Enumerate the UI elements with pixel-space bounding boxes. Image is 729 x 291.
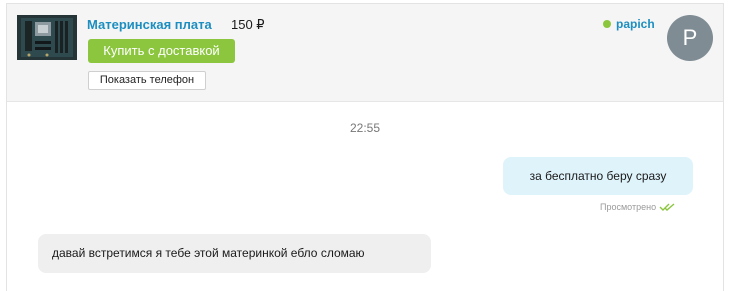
chat-window: Материнская плата 150 ₽ Купить с доставк… (6, 3, 724, 291)
buy-with-delivery-button[interactable]: Купить с доставкой (88, 39, 235, 63)
contact-name-link[interactable]: papich (603, 17, 655, 31)
show-phone-button[interactable]: Показать телефон (88, 71, 206, 90)
message-timestamp: 22:55 (349, 121, 381, 135)
contact-name: papich (616, 17, 655, 31)
motherboard-photo-icon (17, 15, 77, 60)
avatar[interactable]: P (667, 15, 713, 61)
outgoing-message: за бесплатно беру сразу (503, 157, 693, 195)
read-status-label: Просмотрено (600, 202, 657, 212)
listing-title-link[interactable]: Материнская плата (87, 17, 212, 32)
chat-header: Материнская плата 150 ₽ Купить с доставк… (7, 4, 723, 102)
read-receipt: Просмотрено (600, 202, 677, 212)
incoming-message: давай встретимся я тебе этой материнкой … (38, 234, 431, 273)
listing-thumbnail[interactable] (17, 15, 77, 60)
listing-price: 150 ₽ (231, 17, 265, 32)
online-status-icon (603, 20, 611, 28)
double-check-icon (659, 203, 675, 211)
